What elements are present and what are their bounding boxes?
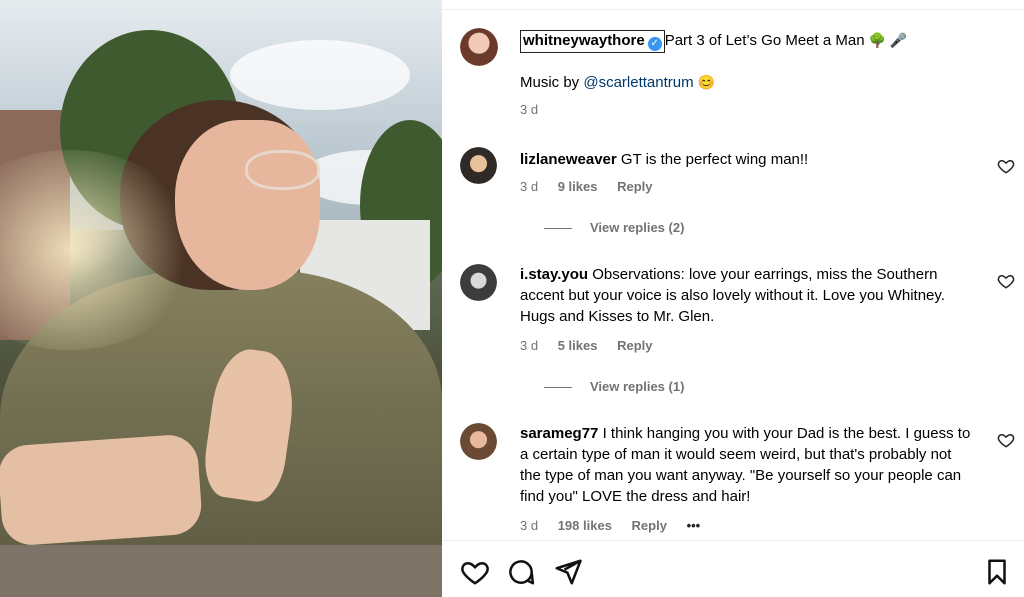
comment-username[interactable]: sarameg77 [520,425,598,442]
post-caption: whitneywaythore ✓ Part 3 of Let’s Go Meet … [520,30,907,53]
comment-time: 3 d [520,338,539,353]
comment-item: i.stay.you Observations: love your earri… [460,264,1020,374]
view-replies-label[interactable]: View replies (1) [590,379,684,394]
heart-icon[interactable] [997,157,1015,175]
reply-button[interactable]: Reply [617,179,652,194]
commenter-avatar[interactable] [460,264,497,301]
music-emoji: 😊 [697,74,716,90]
comment-item: sarameg77 I think hanging you with your … [460,423,1020,538]
comment-body: lizlaneweaver GT is the perfect wing man… [520,149,975,170]
caption-emojis: 🌳 🎤 [868,32,908,48]
comment-meta: 3 d 9 likes Reply [520,179,669,194]
heart-icon[interactable] [997,272,1015,290]
comment-meta: 3 d 198 likes Reply ••• [520,518,716,533]
comment-likes[interactable]: 5 likes [558,338,598,353]
comment-username[interactable]: i.stay.you [520,266,588,283]
comment-text: GT is the perfect wing man!! [620,151,809,168]
comment-likes[interactable]: 9 likes [558,179,598,194]
comment-time: 3 d [520,518,539,533]
share-icon[interactable] [553,557,583,587]
post-action-bar [442,540,1024,597]
verified-badge-icon: ✓ [647,37,662,51]
commenter-avatar[interactable] [460,423,497,460]
post-photo [0,0,442,597]
comment-time: 3 d [520,179,539,194]
heart-icon[interactable] [460,557,490,587]
comment-icon[interactable] [506,557,536,587]
comments-panel: whitneywaythore ✓ Part 3 of Let’s Go Meet … [442,0,1024,597]
heart-icon[interactable] [997,431,1015,449]
music-handle-link[interactable]: @scarlettantrum [583,74,693,91]
post-timestamp: 3 d [520,102,539,117]
reply-button[interactable]: Reply [632,518,667,533]
replies-divider [544,387,572,389]
view-replies-button[interactable]: View replies (1) [544,379,684,394]
comment-body: i.stay.you Observations: love your earri… [520,264,975,327]
bookmark-icon[interactable] [982,557,1012,587]
more-options-icon[interactable]: ••• [687,518,701,533]
music-credit: Music by @scarlettantrum 😊 [520,74,715,91]
comment-meta: 3 d 5 likes Reply [520,338,669,353]
author-link[interactable]: whitneywaythore ✓ [520,30,665,53]
author-avatar[interactable] [460,28,498,66]
comment-username[interactable]: lizlaneweaver [520,151,617,168]
view-replies-button[interactable]: View replies (2) [544,220,684,235]
comment-likes[interactable]: 198 likes [558,518,612,533]
music-prefix: Music by [520,74,584,91]
replies-divider [544,228,572,230]
view-replies-label[interactable]: View replies (2) [590,220,684,235]
reply-button[interactable]: Reply [617,338,652,353]
comment-body: sarameg77 I think hanging you with your … [520,423,975,507]
panel-top-divider [442,0,1024,10]
commenter-avatar[interactable] [460,147,497,184]
author-username[interactable]: whitneywaythore [523,32,645,49]
caption-text: Part 3 of Let’s Go Meet a Man [664,32,865,49]
